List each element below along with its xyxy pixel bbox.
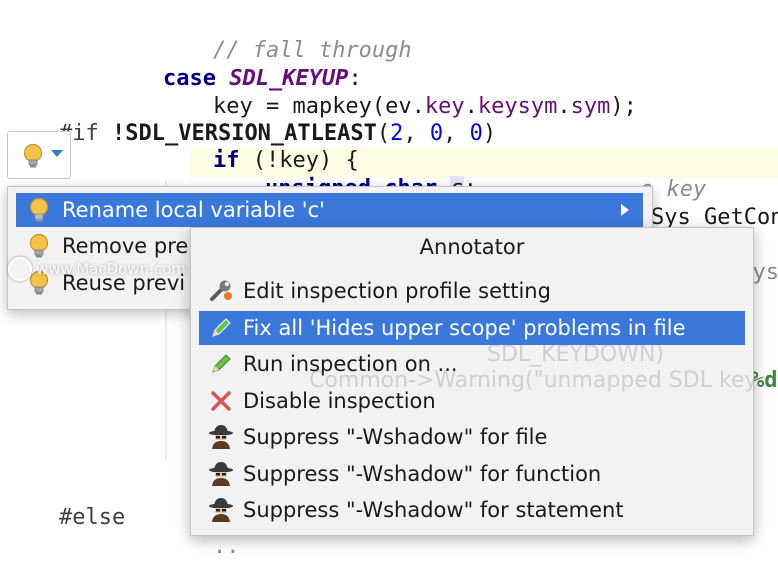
spy-icon xyxy=(205,459,237,489)
preprocessor-else: #else xyxy=(58,505,126,530)
menu-item-label: Remove pre xyxy=(62,234,189,258)
menu-item-label: Rename local variable 'c' xyxy=(62,198,325,222)
bulb-icon xyxy=(22,143,44,173)
menu-item-fix-all-problems[interactable]: Fix all 'Hides upper scope' problems in … xyxy=(199,311,745,345)
chevron-right-icon xyxy=(621,204,629,216)
code-sep: , xyxy=(403,121,430,146)
code-dot: . xyxy=(557,94,571,119)
spy-icon xyxy=(205,422,237,452)
number-literal: 0 xyxy=(469,121,483,146)
menu-item-label: Suppress "-Wshadow" for file xyxy=(243,425,548,449)
folded-code-ellipsis[interactable]: .. xyxy=(213,534,240,559)
bulb-icon xyxy=(24,195,54,225)
watermark-text: www.MacDown.com xyxy=(36,260,186,278)
wrench-icon xyxy=(205,276,237,306)
menu-item-label: Suppress "-Wshadow" for function xyxy=(243,462,602,486)
code-sep: , xyxy=(443,121,470,146)
menu-item-suppress-function[interactable]: Suppress "-Wshadow" for function xyxy=(199,457,745,491)
spy-icon xyxy=(205,495,237,525)
pencil-icon xyxy=(205,349,237,379)
annotator-submenu: Annotator Edit inspection profile settin… xyxy=(190,227,758,536)
code-bang: ! xyxy=(111,121,126,146)
close-icon xyxy=(205,386,237,416)
menu-item-suppress-file[interactable]: Suppress "-Wshadow" for file xyxy=(199,420,745,454)
member-sym: sym xyxy=(570,94,611,119)
menu-item-rename-variable[interactable]: Rename local variable 'c' xyxy=(16,193,643,227)
intention-actions-button[interactable] xyxy=(7,131,71,179)
number-literal: 0 xyxy=(429,121,444,146)
code-paren: ( xyxy=(376,121,391,146)
code-paren: ) xyxy=(482,121,497,146)
watermark-logo-icon xyxy=(8,257,32,281)
number-literal: 2 xyxy=(390,121,404,146)
code-fragment: Common->Warning("unmapped SDL key xyxy=(309,368,758,393)
code-line: #else xyxy=(6,479,125,557)
menu-item-suppress-statement[interactable]: Suppress "-Wshadow" for statement xyxy=(199,493,745,527)
menu-item-label: Suppress "-Wshadow" for statement xyxy=(243,498,624,522)
menu-item-edit-inspection-profile[interactable]: Edit inspection profile setting xyxy=(199,274,745,308)
chevron-down-icon xyxy=(51,150,63,157)
pencil-icon xyxy=(205,313,237,343)
menu-item-label: Fix all 'Hides upper scope' problems in … xyxy=(243,316,686,340)
menu-item-label: Edit inspection profile setting xyxy=(243,279,551,303)
code-fragment: SDL_KEYDOWN) xyxy=(487,342,664,367)
code-text: ); xyxy=(610,94,637,119)
submenu-title: Annotator xyxy=(419,235,525,259)
watermark: www.MacDown.com xyxy=(8,257,186,281)
